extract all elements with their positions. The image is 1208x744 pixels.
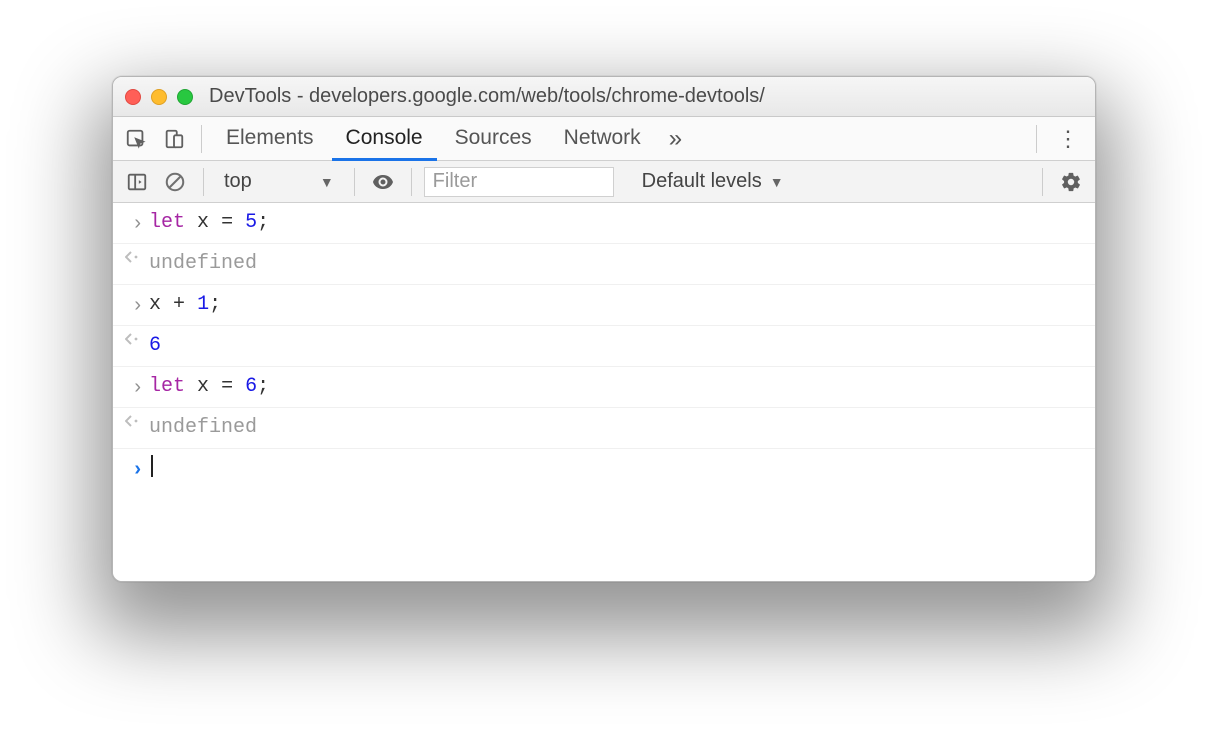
console-output-row: undefined [113,244,1095,285]
log-levels-select[interactable]: Default levels ▼ [636,170,790,193]
console-line-content: let x = 6; [149,373,1085,401]
chevron-right-double-icon: » [669,125,682,152]
more-tabs-button[interactable]: » [659,125,692,153]
code-token-semi: ; [257,211,269,234]
separator [411,168,412,196]
devtools-menu-button[interactable]: ⋮ [1047,126,1089,152]
output-indicator-icon [123,414,149,428]
input-indicator-icon: › [123,209,149,237]
live-expression-icon[interactable] [367,166,399,198]
console-toolbar: top ▼ Default levels ▼ [113,161,1095,203]
console-line-content: x + 1; [149,291,1085,319]
console-line-content: undefined [149,414,1085,442]
text-cursor [151,455,153,477]
chevron-down-icon: ▼ [770,174,784,190]
window-title: DevTools - developers.google.com/web/too… [203,85,1083,108]
separator [1042,168,1043,196]
devtools-window: DevTools - developers.google.com/web/too… [112,76,1096,582]
separator [1036,125,1037,153]
console-input-row: ›x + 1; [113,285,1095,326]
code-token-kw: let [149,375,185,398]
code-token-num: 1 [197,293,209,316]
window-titlebar: DevTools - developers.google.com/web/too… [113,77,1095,117]
tab-elements[interactable]: Elements [212,117,328,161]
code-token-op: = [221,375,233,398]
console-filter-input[interactable] [424,167,614,197]
code-token-num: 6 [245,375,257,398]
toggle-console-sidebar-button[interactable] [121,166,153,198]
separator [203,168,204,196]
console-result-value: undefined [149,252,257,275]
code-token-op: + [173,293,185,316]
tab-console[interactable]: Console [332,117,437,161]
input-indicator-icon: › [123,373,149,401]
tab-network[interactable]: Network [550,117,655,161]
chevron-down-icon: ▼ [320,174,334,190]
close-window-button[interactable] [125,89,141,105]
separator [201,125,202,153]
console-result-value: undefined [149,416,257,439]
console-input-row: ›let x = 5; [113,203,1095,244]
traffic-lights [125,89,193,105]
console-line-content: 6 [149,332,1085,360]
console-output-row: 6 [113,326,1095,367]
code-token-semi: ; [257,375,269,398]
code-token-kw: let [149,211,185,234]
console-line-content: undefined [149,250,1085,278]
code-token-ident: x [149,293,161,316]
input-indicator-icon: › [123,291,149,319]
code-token-ident: x [197,375,209,398]
clear-console-button[interactable] [159,166,191,198]
tab-label: Elements [226,126,314,150]
output-indicator-icon [123,250,149,264]
devtools-tabstrip: Elements Console Sources Network » ⋮ [113,117,1095,161]
zoom-window-button[interactable] [177,89,193,105]
kebab-icon: ⋮ [1057,126,1079,151]
console-prompt-input[interactable] [149,455,1085,484]
levels-label: Default levels [642,170,762,193]
tab-label: Network [564,126,641,150]
console-prompt[interactable]: › [113,449,1095,490]
console-result-value: 6 [149,334,161,357]
console-input-row: ›let x = 6; [113,367,1095,408]
prompt-indicator-icon: › [123,455,149,483]
minimize-window-button[interactable] [151,89,167,105]
code-token-num: 5 [245,211,257,234]
code-token-semi: ; [209,293,221,316]
tab-label: Sources [455,126,532,150]
console-output: ›let x = 5;undefined›x + 1;6›let x = 6;u… [113,203,1095,581]
tab-label: Console [346,126,423,150]
code-token-op: = [221,211,233,234]
tab-sources[interactable]: Sources [441,117,546,161]
device-toolbar-icon[interactable] [157,122,191,156]
context-label: top [224,170,252,193]
separator [354,168,355,196]
console-output-row: undefined [113,408,1095,449]
inspect-element-icon[interactable] [119,122,153,156]
code-token-ident: x [197,211,209,234]
console-line-content: let x = 5; [149,209,1085,237]
console-settings-button[interactable] [1055,166,1087,198]
execution-context-select[interactable]: top ▼ [216,168,342,195]
output-indicator-icon [123,332,149,346]
